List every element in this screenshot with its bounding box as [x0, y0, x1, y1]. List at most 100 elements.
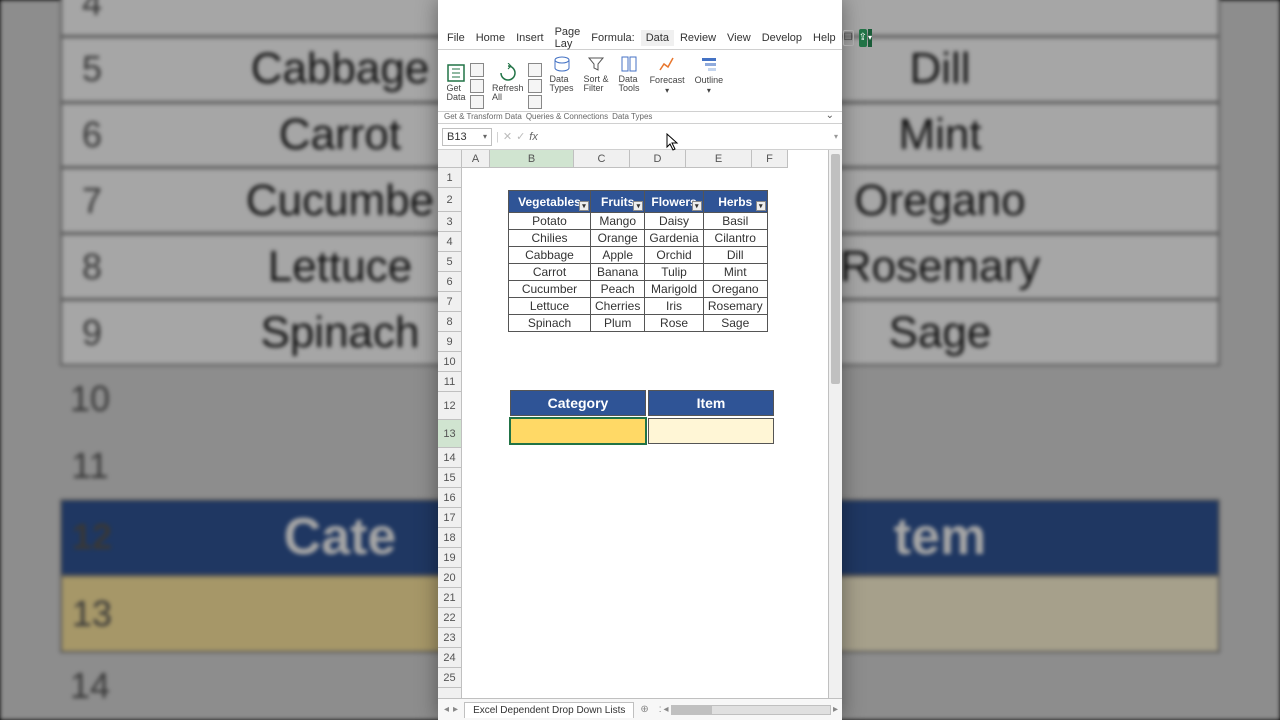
row-header-6[interactable]: 6 — [438, 272, 461, 292]
row-header-10[interactable]: 10 — [438, 352, 461, 372]
menu-view[interactable]: View — [722, 30, 756, 46]
row-header-3[interactable]: 3 — [438, 212, 461, 232]
row-header-18[interactable]: 18 — [438, 528, 461, 548]
menu-data[interactable]: Data — [641, 30, 674, 46]
table-header[interactable]: Vegetables▾ — [509, 191, 591, 213]
table-cell[interactable]: Banana — [591, 264, 645, 281]
table-cell[interactable]: Cucumber — [509, 281, 591, 298]
table-cell[interactable]: Orchid — [645, 247, 703, 264]
row-header-14[interactable]: 14 — [438, 448, 461, 468]
menu-review[interactable]: Review — [675, 30, 721, 46]
spreadsheet-grid[interactable]: ABCDEF 123456789101112131415161718192021… — [438, 150, 842, 698]
filter-icon[interactable]: ▾ — [692, 201, 702, 211]
table-cell[interactable]: Peach — [591, 281, 645, 298]
table-cell[interactable]: Basil — [703, 213, 767, 230]
forecast-button[interactable]: Forecast▾ — [648, 54, 687, 109]
filter-icon[interactable]: ▾ — [633, 201, 643, 211]
table-header[interactable]: Fruits▾ — [591, 191, 645, 213]
category-cell[interactable] — [510, 418, 646, 444]
add-sheet-button[interactable]: ⊕ — [634, 704, 654, 715]
row-header-23[interactable]: 23 — [438, 628, 461, 648]
table-cell[interactable]: Lettuce — [509, 298, 591, 315]
table-cell[interactable]: Orange — [591, 230, 645, 247]
column-header-B[interactable]: B — [490, 150, 574, 168]
menu-help[interactable]: Help — [808, 30, 841, 46]
table-cell[interactable]: Plum — [591, 315, 645, 332]
get-data-button[interactable]: Get Data — [444, 63, 468, 109]
row-header-17[interactable]: 17 — [438, 508, 461, 528]
menu-file[interactable]: File — [442, 30, 470, 46]
table-cell[interactable]: Cilantro — [703, 230, 767, 247]
table-cell[interactable]: Carrot — [509, 264, 591, 281]
menu-formulas[interactable]: Formula: — [586, 30, 639, 46]
table-cell[interactable]: Iris — [645, 298, 703, 315]
fx-icon[interactable]: fx — [529, 131, 538, 143]
table-cell[interactable]: Gardenia — [645, 230, 703, 247]
select-all-corner[interactable] — [438, 150, 462, 168]
menu-home[interactable]: Home — [471, 30, 510, 46]
table-cell[interactable]: Chilies — [509, 230, 591, 247]
table-cell[interactable]: Potato — [509, 213, 591, 230]
filter-icon[interactable]: ▾ — [756, 201, 766, 211]
edit-links-icon[interactable] — [528, 95, 542, 109]
row-header-9[interactable]: 9 — [438, 332, 461, 352]
outline-button[interactable]: Outline▾ — [693, 54, 726, 109]
formula-expand-icon[interactable]: ▾ — [834, 132, 838, 141]
table-cell[interactable]: Rose — [645, 315, 703, 332]
row-header-21[interactable]: 21 — [438, 588, 461, 608]
row-header-13[interactable]: 13 — [438, 420, 461, 448]
row-header-8[interactable]: 8 — [438, 312, 461, 332]
sheet-nav[interactable]: ◂▸ — [438, 704, 464, 715]
table-cell[interactable]: Apple — [591, 247, 645, 264]
share-button[interactable]: ⇪ — [859, 29, 867, 47]
refresh-all-button[interactable]: Refresh All — [490, 63, 526, 109]
data-table[interactable]: Vegetables▾Fruits▾Flowers▾Herbs▾PotatoMa… — [508, 190, 768, 332]
row-header-15[interactable]: 15 — [438, 468, 461, 488]
row-header-1[interactable]: 1 — [438, 168, 461, 188]
ribbon-collapse-icon[interactable]: ⌄ — [826, 110, 834, 121]
row-header-4[interactable]: 4 — [438, 232, 461, 252]
column-header-E[interactable]: E — [686, 150, 752, 168]
cancel-icon[interactable]: ✕ — [503, 130, 512, 143]
queries-icon[interactable] — [528, 63, 542, 77]
table-cell[interactable]: Marigold — [645, 281, 703, 298]
table-cell[interactable]: Cherries — [591, 298, 645, 315]
share-dropdown[interactable]: ▾ — [868, 29, 872, 47]
table-header[interactable]: Flowers▾ — [645, 191, 703, 213]
row-header-2[interactable]: 2 — [438, 188, 461, 212]
row-header-22[interactable]: 22 — [438, 608, 461, 628]
table-cell[interactable]: Tulip — [645, 264, 703, 281]
column-header-C[interactable]: C — [574, 150, 630, 168]
vertical-scrollbar[interactable] — [828, 150, 842, 698]
from-table-icon[interactable] — [470, 95, 484, 109]
row-header-5[interactable]: 5 — [438, 252, 461, 272]
row-header-24[interactable]: 24 — [438, 648, 461, 668]
data-types-button[interactable]: Data Types — [548, 54, 576, 109]
column-header-D[interactable]: D — [630, 150, 686, 168]
filter-icon[interactable]: ▾ — [579, 201, 589, 211]
table-cell[interactable]: Rosemary — [703, 298, 767, 315]
data-tools-button[interactable]: Data Tools — [617, 54, 642, 109]
from-web-icon[interactable] — [470, 79, 484, 93]
column-header-F[interactable]: F — [752, 150, 788, 168]
horizontal-scrollbar[interactable]: :◂ ▸ — [655, 704, 842, 715]
table-cell[interactable]: Sage — [703, 315, 767, 332]
menu-developer[interactable]: Develop — [757, 30, 807, 46]
row-header-11[interactable]: 11 — [438, 372, 461, 392]
comments-button[interactable]: ☐ — [843, 30, 854, 46]
column-header-A[interactable]: A — [462, 150, 490, 168]
table-cell[interactable]: Dill — [703, 247, 767, 264]
row-header-12[interactable]: 12 — [438, 392, 461, 420]
sheet-tab[interactable]: Excel Dependent Drop Down Lists — [464, 702, 634, 718]
row-header-7[interactable]: 7 — [438, 292, 461, 312]
name-box[interactable]: B13▾ — [442, 128, 492, 146]
row-header-20[interactable]: 20 — [438, 568, 461, 588]
table-cell[interactable]: Cabbage — [509, 247, 591, 264]
from-text-icon[interactable] — [470, 63, 484, 77]
properties-icon[interactable] — [528, 79, 542, 93]
item-cell[interactable] — [648, 418, 774, 444]
row-header-16[interactable]: 16 — [438, 488, 461, 508]
menu-insert[interactable]: Insert — [511, 30, 549, 46]
table-cell[interactable]: Oregano — [703, 281, 767, 298]
formula-input[interactable] — [542, 129, 830, 145]
